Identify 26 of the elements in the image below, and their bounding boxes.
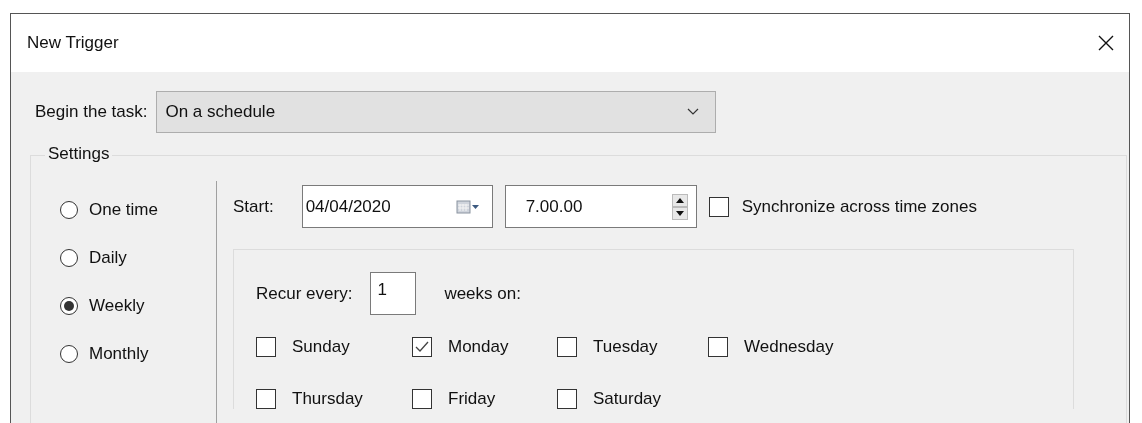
day-checkbox[interactable]: Friday: [412, 388, 557, 410]
date-picker[interactable]: 04/04/2020: [301, 185, 493, 228]
day-checkbox[interactable]: Sunday: [256, 336, 412, 358]
trigger-dropdown[interactable]: On a schedule: [156, 91, 717, 133]
schedule-radio[interactable]: Weekly: [60, 295, 216, 317]
day-checkbox[interactable]: Thursday: [256, 388, 412, 410]
day-checkbox[interactable]: Tuesday: [557, 336, 708, 358]
schedule-radio[interactable]: Daily: [60, 247, 216, 269]
start-label: Start:: [233, 196, 274, 217]
weeks-on-label: weeks on:: [444, 283, 521, 304]
window-title: New Trigger: [27, 33, 119, 53]
recur-field[interactable]: 1: [370, 272, 417, 315]
chevron-down-icon: [687, 108, 700, 116]
day-checkbox[interactable]: Saturday: [557, 388, 708, 410]
recur-label: Recur every:: [256, 283, 353, 304]
spinner-arrows-icon: [671, 193, 688, 220]
schedule-radio[interactable]: Monthly: [60, 343, 216, 365]
begin-task-label: Begin the task:: [35, 102, 148, 122]
day-checkbox[interactable]: Monday: [412, 336, 557, 358]
sync-checkbox[interactable]: Synchronize across time zones: [708, 196, 977, 217]
close-icon[interactable]: [1097, 34, 1115, 52]
schedule-radio[interactable]: One time: [60, 199, 216, 221]
time-spinner[interactable]: 7.00.00: [504, 185, 697, 228]
calendar-icon: [455, 198, 480, 215]
day-checkbox[interactable]: Wednesday: [708, 336, 868, 358]
settings-legend: Settings: [45, 144, 113, 164]
